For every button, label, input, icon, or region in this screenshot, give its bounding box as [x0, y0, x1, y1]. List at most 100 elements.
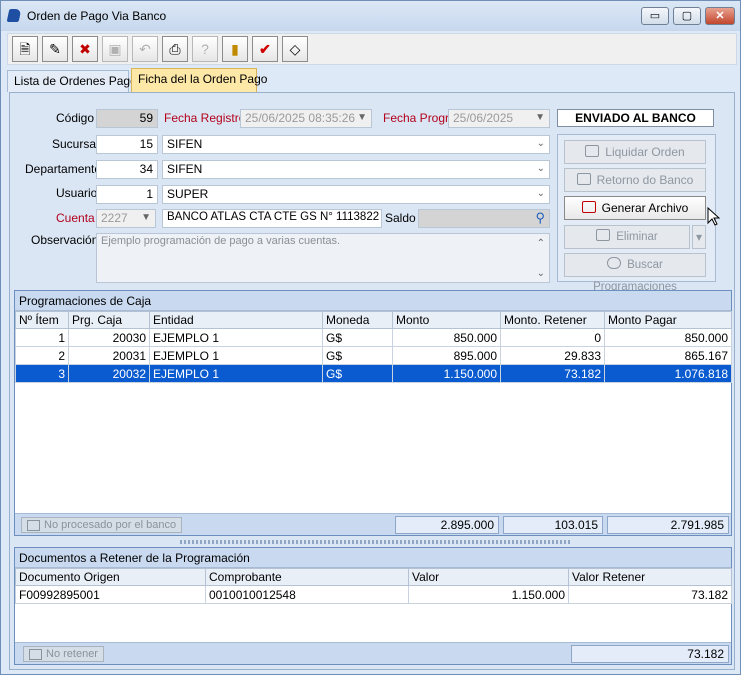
column-header[interactable]: Valor: [408, 568, 569, 586]
departamento-select[interactable]: SIFEN ⌄: [162, 160, 550, 179]
table-cell: 20030: [68, 328, 150, 347]
no-retener-button[interactable]: No retener: [23, 646, 104, 662]
fecha-registro-label: Fecha Registro: [164, 111, 246, 125]
table-row[interactable]: 2 20031 EJEMPLO 1 G$ 895.000 29.833 865.167: [15, 346, 732, 365]
cuenta-label: Cuenta: [56, 211, 95, 225]
table-cell: 29.833: [500, 346, 605, 365]
departamento-name: SIFEN: [167, 162, 203, 176]
tab-lista-ordenes[interactable]: Lista de Ordenes Pago: [7, 70, 137, 92]
column-header[interactable]: Valor Retener: [568, 568, 732, 586]
table-cell: G$: [322, 346, 393, 365]
window-title: Orden de Pago Via Banco: [27, 9, 167, 23]
fecha-prog-value: 25/06/2025: [453, 111, 514, 125]
table-header-row: Documento Origen Comprobante Valor Valor Re…: [15, 568, 732, 586]
buscar-label: Buscar Programaciones: [593, 259, 677, 293]
eraser-icon[interactable]: ◇: [282, 36, 308, 62]
column-header[interactable]: Monto Pagar: [604, 311, 732, 329]
table-cell: 2: [15, 346, 69, 365]
scroll-down-icon[interactable]: ⌄: [537, 268, 545, 279]
saldo-label: Saldo: [385, 211, 416, 225]
observacion-textarea[interactable]: Ejemplo programación de pago a varias cu…: [96, 233, 550, 283]
mouse-cursor-icon: [707, 207, 721, 226]
table-cell: 1.150.000: [392, 364, 501, 383]
table-cell: 0010010012548: [205, 585, 409, 604]
column-header[interactable]: Monto. Retener: [500, 311, 605, 329]
main-window: Orden de Pago Via Banco ▭ ▢ ✕ 🗎 ✎ ✖ ▣ ↶ …: [0, 0, 741, 675]
table-row[interactable]: 3 20032 EJEMPLO 1 G$ 1.150.000 73.182 1.076.81…: [15, 364, 732, 383]
generar-label: Generar Archivo: [601, 201, 689, 215]
cuenta-code: 2227: [101, 211, 128, 225]
maximize-button[interactable]: ▢: [673, 7, 701, 25]
sucursal-name: SIFEN: [167, 137, 203, 151]
column-header[interactable]: Documento Origen: [15, 568, 206, 586]
buscar-programaciones-button[interactable]: Buscar Programaciones: [564, 253, 706, 293]
usuario-select[interactable]: SUPER ⌄: [162, 185, 550, 204]
undo-icon[interactable]: ↶: [132, 36, 158, 62]
magnifier-icon: [607, 257, 622, 269]
total-retener-documentos: 73.182: [571, 645, 729, 663]
cuenta-code-select[interactable]: 2227 ▼: [96, 209, 156, 228]
edit-document-icon[interactable]: ✎: [42, 36, 68, 62]
chevron-down-icon: ⌄: [536, 163, 545, 174]
chevron-down-icon: ▼: [141, 212, 151, 223]
column-header[interactable]: Monto: [392, 311, 501, 329]
usuario-name: SUPER: [167, 187, 209, 201]
tab-ficha-orden[interactable]: Ficha del la Orden Pago: [131, 68, 267, 92]
table-cell: EJEMPLO 1: [149, 364, 323, 383]
close-button[interactable]: ✕: [705, 7, 735, 25]
eliminar-icon: [596, 229, 611, 241]
table-row[interactable]: F00992895001 0010010012548 1.150.000 73.182: [15, 585, 732, 604]
help-icon[interactable]: ?: [192, 36, 218, 62]
liquidar-icon: [585, 145, 600, 157]
exit-icon[interactable]: ▮: [222, 36, 248, 62]
table-cell: 850.000: [392, 328, 501, 347]
scroll-up-icon[interactable]: ⌃: [537, 238, 545, 249]
usuario-code-input[interactable]: 1: [96, 185, 158, 204]
sucursal-code-input[interactable]: 15: [96, 135, 158, 154]
table-cell: G$: [322, 364, 393, 383]
cuenta-name-field[interactable]: BANCO ATLAS CTA CTE GS N° 1113822 SI: [162, 209, 382, 228]
table-cell: F00992895001: [15, 585, 206, 604]
minimize-button[interactable]: ▭: [641, 7, 669, 25]
order-form-panel: Código 59 Fecha Registro 25/06/2025 08:3…: [9, 92, 735, 670]
column-header[interactable]: Entidad: [149, 311, 323, 329]
table-cell: G$: [322, 328, 393, 347]
table-cell: 73.182: [568, 585, 732, 604]
column-header[interactable]: Nº Ítem: [15, 311, 69, 329]
table-cell: 1.076.818: [604, 364, 732, 383]
column-header[interactable]: Prg. Caja: [68, 311, 150, 329]
save-icon[interactable]: ▣: [102, 36, 128, 62]
splitter-handle[interactable]: [180, 540, 570, 544]
eliminar-programacion-button[interactable]: Eliminar Programación: [564, 225, 690, 265]
print-icon[interactable]: ⎙: [162, 36, 188, 62]
column-header[interactable]: Comprobante: [205, 568, 409, 586]
sucursal-label: Sucursal: [52, 137, 99, 151]
retorno-label: Retorno do Banco: [596, 173, 694, 187]
documentos-group: Documentos a Retener de la Programación …: [14, 547, 732, 665]
table-cell: 20031: [68, 346, 150, 365]
eliminar-dropdown-button[interactable]: ▾: [692, 225, 706, 249]
departamento-code-input[interactable]: 34: [96, 160, 158, 179]
liquidar-orden-button[interactable]: Liquidar Orden: [564, 140, 706, 164]
column-header[interactable]: Moneda: [322, 311, 393, 329]
table-cell: 895.000: [392, 346, 501, 365]
table-cell: 1: [15, 328, 69, 347]
table-cell: 3: [15, 364, 69, 383]
retorno-banco-button[interactable]: Retorno do Banco: [564, 168, 706, 192]
total-retener: 103.015: [503, 516, 603, 534]
generar-archivo-button[interactable]: Generar Archivo: [564, 196, 706, 220]
search-icon[interactable]: ⚲: [535, 210, 545, 226]
documentos-table: Documento Origen Comprobante Valor Valor Re…: [15, 568, 732, 604]
table-cell: 0: [500, 328, 605, 347]
sucursal-select[interactable]: SIFEN ⌄: [162, 135, 550, 154]
toolbar: 🗎 ✎ ✖ ▣ ↶ ⎙ ? ▮ ✔ ◇: [7, 33, 737, 65]
table-cell: EJEMPLO 1: [149, 328, 323, 347]
table-row[interactable]: 1 20030 EJEMPLO 1 G$ 850.000 0 850.000: [15, 328, 732, 347]
codigo-label: Código: [56, 111, 95, 125]
confirm-icon[interactable]: ✔: [252, 36, 278, 62]
fecha-registro-field: 25/06/2025 08:35:26 ▼: [240, 109, 372, 128]
no-procesado-button[interactable]: No procesado por el banco: [21, 517, 183, 533]
delete-document-icon[interactable]: ✖: [72, 36, 98, 62]
new-document-icon[interactable]: 🗎: [12, 36, 38, 62]
chevron-down-icon: ▼: [535, 112, 545, 123]
